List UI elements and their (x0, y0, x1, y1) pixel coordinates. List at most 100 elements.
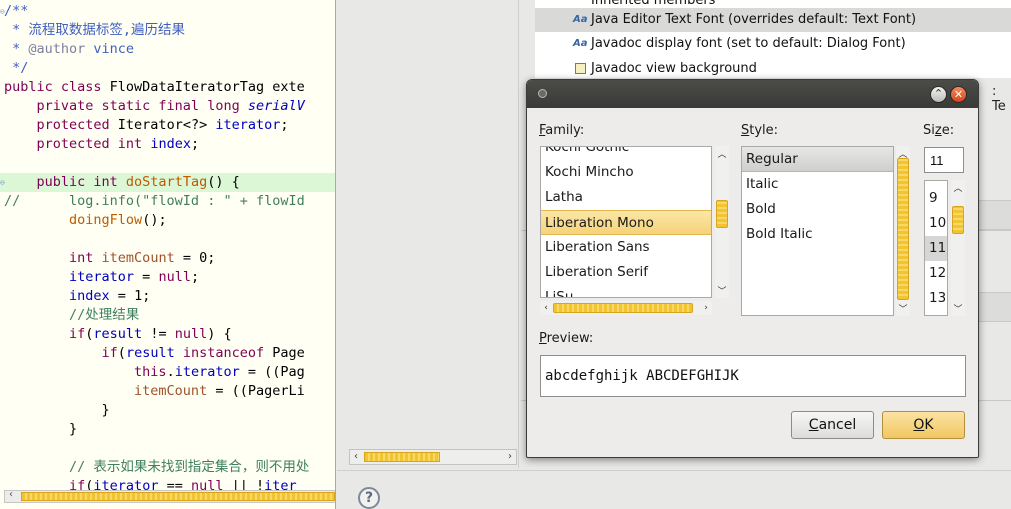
scroll-down-icon[interactable]: ﹀ (715, 284, 729, 297)
code-line[interactable]: * 流程取数据标签,遍历结果 (0, 21, 335, 40)
family-vertical-scrollbar[interactable]: ︿ ﹀ (715, 146, 729, 298)
color-font-item[interactable]: Aa Java Editor Text Font (overrides defau… (535, 8, 1011, 32)
list-item[interactable]: Italic (742, 172, 893, 197)
code-line[interactable]: //处理结果 (0, 306, 335, 325)
code-token: result (93, 326, 143, 342)
list-item[interactable]: Kochi Mincho (541, 160, 711, 185)
list-item[interactable]: Liberation Serif (541, 260, 711, 285)
color-font-item[interactable]: Javadoc view background (535, 57, 1011, 81)
list-item[interactable]: Bold (742, 197, 893, 222)
code-token: . (166, 364, 175, 380)
code-token: ; (190, 269, 200, 285)
list-item[interactable]: Liberation Sans (541, 235, 711, 260)
size-input[interactable] (924, 147, 964, 173)
code-line[interactable]: public class FlowDataIteratorTag exte (0, 78, 335, 97)
scroll-up-icon[interactable]: ︿ (951, 181, 965, 194)
color-font-item[interactable]: Aa Javadoc display font (set to default: … (535, 32, 1011, 56)
list-item[interactable]: 9 (925, 186, 947, 211)
list-item[interactable]: 11 (925, 236, 947, 261)
code-token: ; (142, 288, 151, 304)
code-line[interactable]: ⊖ public int doStartTag() { (0, 173, 335, 192)
list-item[interactable]: Latha (541, 185, 711, 210)
restore-icon[interactable]: ⌃ (930, 86, 947, 103)
close-icon[interactable]: ✕ (950, 86, 967, 103)
code-line[interactable]: protected int index; (0, 135, 335, 154)
list-item[interactable]: 12 (925, 261, 947, 286)
list-item[interactable]: Liberation Mono (541, 210, 711, 235)
size-list[interactable]: 9 10 11 12 13 (924, 180, 948, 316)
style-vertical-scrollbar[interactable]: ︿ ﹀ (896, 146, 910, 316)
help-icon[interactable]: ? (358, 487, 380, 509)
code-token: ; (207, 250, 216, 266)
code-line[interactable]: * @author vince (0, 40, 335, 59)
code-line[interactable]: protected Iterator<?> iterator; (0, 116, 335, 135)
list-item[interactable]: Regular (742, 147, 893, 172)
code-line[interactable]: doingFlow(); (0, 211, 335, 230)
colors-and-fonts-list[interactable]: Inherited members Aa Java Editor Text Font… (535, 0, 1011, 78)
size-label-pre: Si (923, 123, 935, 138)
size-label-post: e: (941, 123, 955, 138)
code-token: @author (28, 41, 86, 57)
code-token: != (142, 326, 175, 342)
scroll-down-icon[interactable]: ﹀ (896, 302, 910, 315)
scroll-right-icon[interactable]: › (700, 301, 712, 315)
style-label-rest: tyle: (749, 123, 779, 138)
window-menu-icon[interactable] (538, 89, 547, 98)
scroll-thumb[interactable] (364, 452, 440, 462)
list-item[interactable]: Bold Italic (742, 222, 893, 247)
color-swatch-icon (575, 63, 586, 74)
code-line[interactable]: itemCount = ((PagerLi (0, 382, 335, 401)
preferences-left-scrollbar[interactable]: ‹ › (349, 449, 517, 465)
size-vertical-scrollbar[interactable]: ︿ ﹀ (951, 180, 965, 316)
scroll-left-icon[interactable]: ‹ (6, 489, 16, 500)
code-line[interactable]: index = 1; (0, 287, 335, 306)
code-line[interactable] (0, 154, 335, 173)
code-line[interactable]: if(result instanceof Page (0, 344, 335, 363)
code-line[interactable] (0, 230, 335, 249)
scroll-down-icon[interactable]: ﹀ (951, 302, 965, 315)
code-token: = (134, 269, 159, 285)
code-line[interactable]: this.iterator = ((Pag (0, 363, 335, 382)
size-label: Size: (923, 123, 954, 138)
preview-mnemonic: P (539, 331, 547, 346)
dialog-titlebar[interactable]: ⌃ ✕ (527, 80, 978, 108)
code-line[interactable]: iterator = null; (0, 268, 335, 287)
code-line[interactable]: if(result != null) { (0, 325, 335, 344)
style-list[interactable]: Regular Italic Bold Bold Italic (741, 146, 894, 316)
code-editor[interactable]: ⊖/** * 流程取数据标签,遍历结果 * @author vince */pu… (0, 0, 336, 509)
scroll-thumb[interactable] (952, 206, 964, 234)
list-item[interactable]: 10 (925, 211, 947, 236)
family-horizontal-scrollbar[interactable]: ‹ › (540, 301, 712, 315)
editor-scroll-thumb[interactable] (21, 492, 335, 501)
fold-marker-icon[interactable]: ⊖ (0, 173, 5, 192)
scroll-left-icon[interactable]: ‹ (540, 301, 552, 315)
scroll-thumb[interactable] (897, 158, 909, 300)
code-line[interactable]: } (0, 420, 335, 439)
code-line[interactable]: } (0, 401, 335, 420)
code-token: /** (4, 3, 29, 19)
scroll-right-icon[interactable]: › (504, 450, 516, 464)
list-item[interactable]: LiSu (541, 285, 711, 297)
ok-button[interactable]: OK (882, 411, 965, 439)
family-list[interactable]: Kochi Gothic Kochi Mincho Latha Liberation … (540, 146, 712, 298)
code-line[interactable]: // log.info("flowId : " + flowId (0, 192, 335, 211)
code-line[interactable]: private static final long serialV (0, 97, 335, 116)
scroll-up-icon[interactable]: ︿ (715, 147, 729, 160)
scroll-thumb[interactable] (553, 303, 693, 313)
code-line[interactable]: ⊖/** (0, 2, 335, 21)
code-token: if (4, 345, 118, 361)
scroll-left-icon[interactable]: ‹ (350, 450, 362, 464)
list-item[interactable]: Kochi Gothic (541, 147, 711, 160)
code-line[interactable] (0, 439, 335, 458)
scroll-thumb[interactable] (716, 200, 728, 228)
code-line[interactable]: // 表示如果未找到指定集合，则不用处 (0, 458, 335, 477)
cancel-button[interactable]: Cancel (791, 411, 874, 439)
code-token: */ (4, 60, 29, 76)
fold-marker-icon[interactable]: ⊖ (0, 2, 5, 21)
font-dialog: ⌃ ✕ Family: Style: Size: Kochi Gothic Koc… (526, 79, 979, 458)
code-line[interactable]: */ (0, 59, 335, 78)
code-line[interactable]: int itemCount = 0; (0, 249, 335, 268)
code-token: //处理结果 (4, 307, 140, 323)
editor-horizontal-scrollbar[interactable]: ‹ (4, 489, 335, 503)
list-item[interactable]: 13 (925, 286, 947, 311)
